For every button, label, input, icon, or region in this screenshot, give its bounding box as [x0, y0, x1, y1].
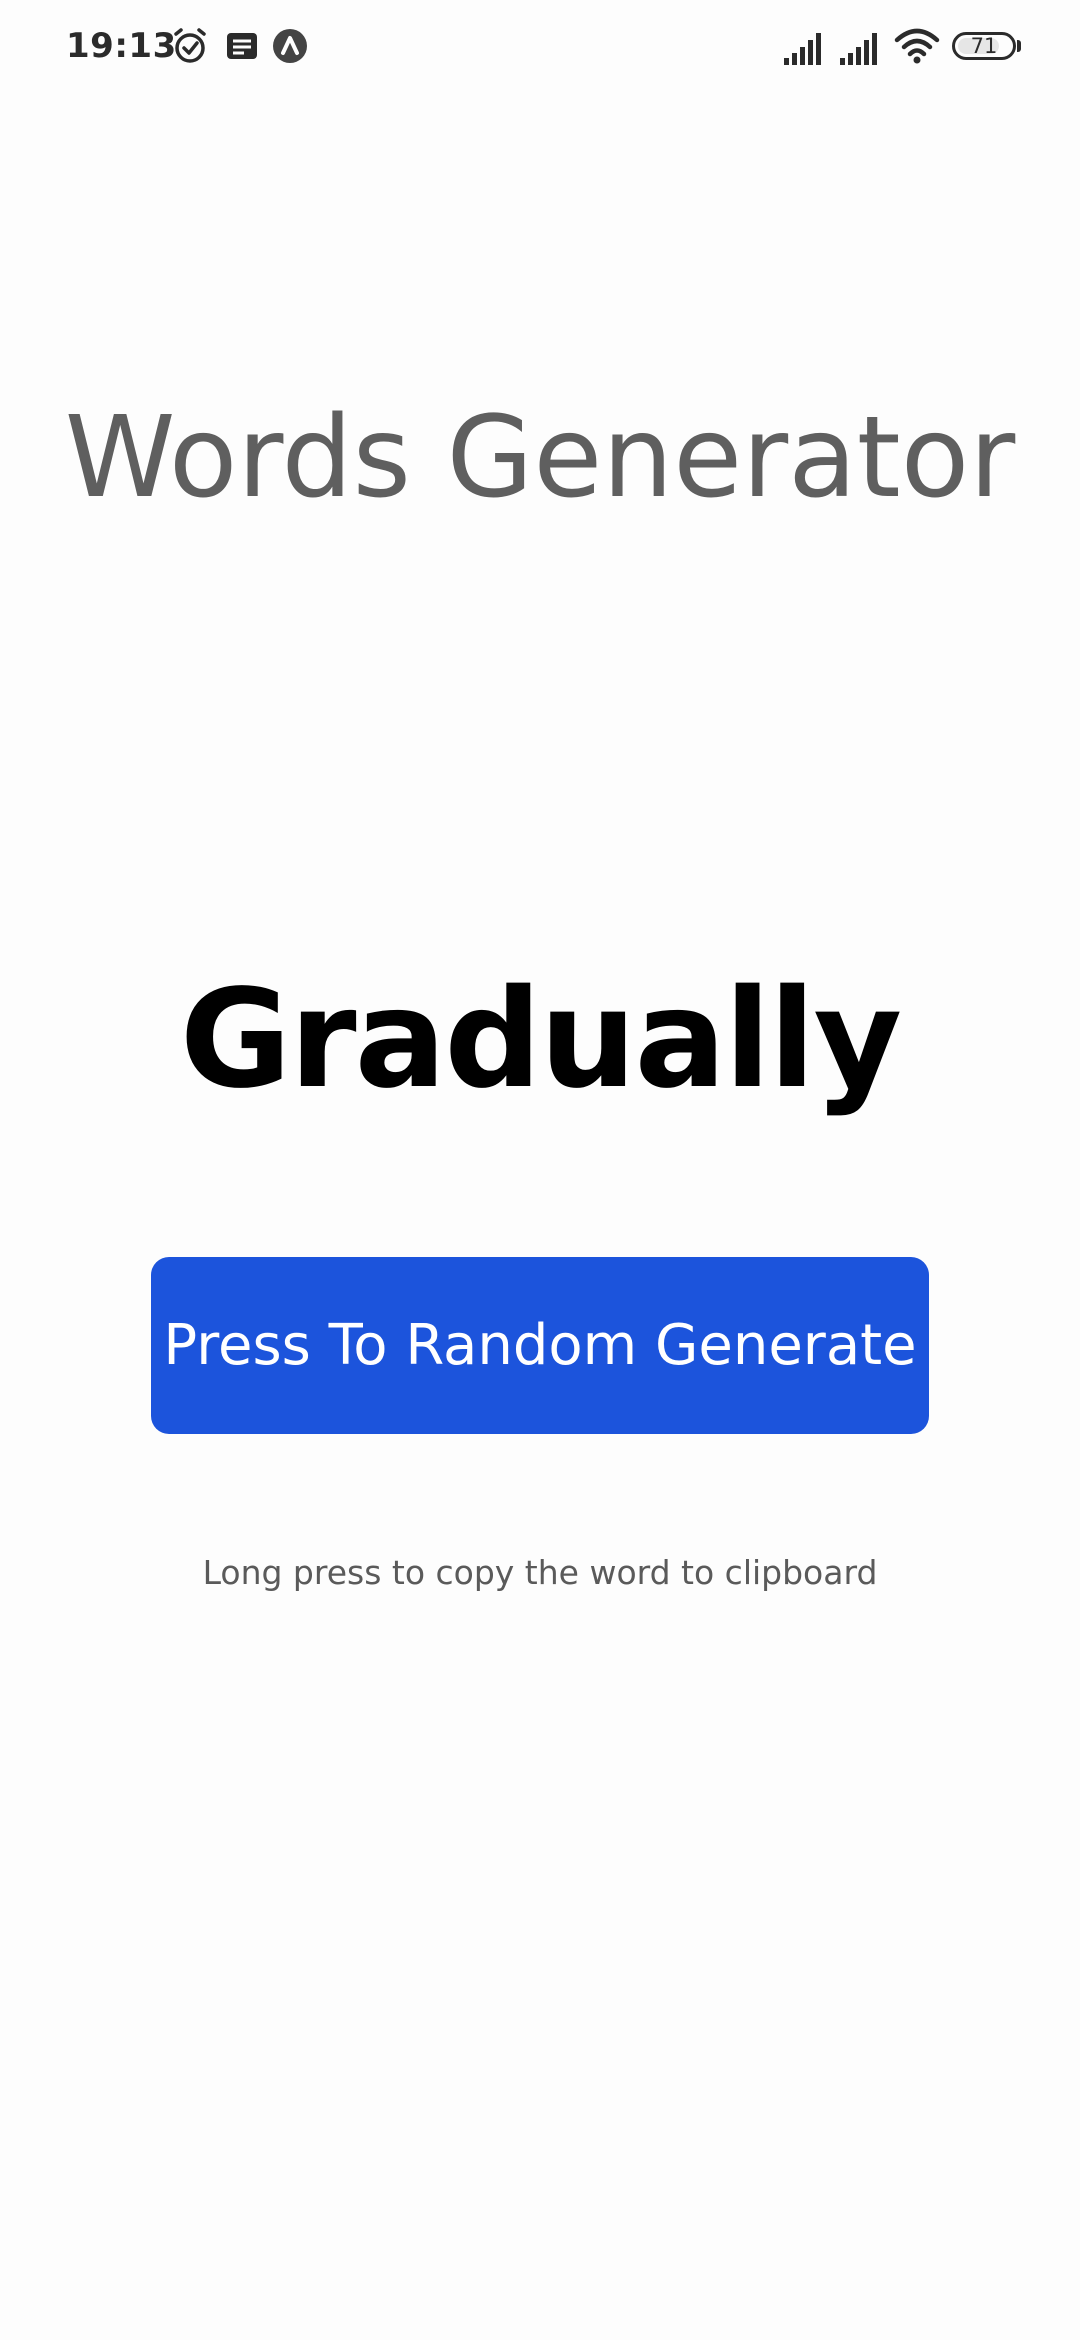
- page-title: Words Generator: [64, 393, 1016, 523]
- wifi-icon: [894, 28, 940, 64]
- signal-icon: [782, 32, 828, 66]
- status-time: 19:13: [66, 26, 177, 66]
- hint-text: Long press to copy the word to clipboard: [202, 1553, 878, 1592]
- signal-icon: [838, 32, 884, 66]
- notes-icon: [222, 26, 262, 66]
- battery-nub: [1017, 40, 1021, 52]
- generate-button[interactable]: Press To Random Generate: [151, 1257, 929, 1434]
- generated-word[interactable]: Gradually: [0, 950, 1080, 1130]
- battery-level: 71: [970, 34, 998, 58]
- app-screen: 19:13 71 Words Generator Gradually Press…: [0, 0, 1080, 2340]
- app-icon: [270, 26, 310, 66]
- alarm-icon: [170, 26, 210, 66]
- battery-icon: 71: [952, 32, 1016, 60]
- status-bar: 19:13 71: [0, 0, 1080, 96]
